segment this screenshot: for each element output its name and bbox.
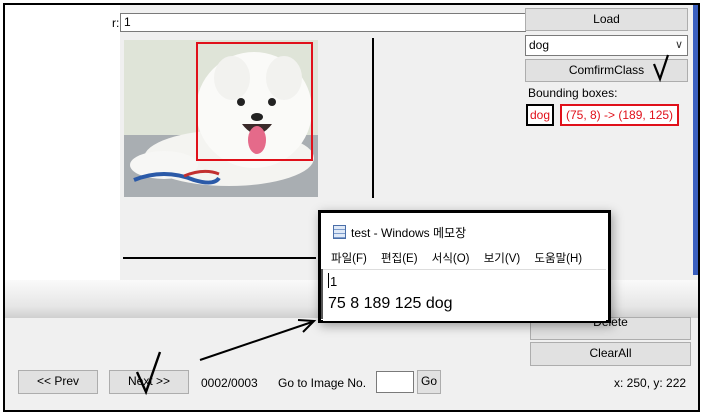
left-blank-area <box>5 5 120 280</box>
clearall-button[interactable]: ClearAll <box>530 342 691 366</box>
bbox-list-title: Bounding boxes: <box>528 86 618 100</box>
bbox-list-coords[interactable]: (75, 8) -> (189, 125) <box>560 104 680 126</box>
bounding-box-rect[interactable] <box>196 42 313 161</box>
notepad-window[interactable]: test - Windows 메모장 파일(F) 편집(E) 서식(O) 보기(… <box>318 210 611 323</box>
notepad-icon <box>333 225 346 239</box>
menu-format[interactable]: 서식(O) <box>432 253 470 265</box>
notepad-text-area[interactable]: 1 75 8 189 125 dog <box>323 269 606 321</box>
confirm-class-button[interactable]: ComfirmClass <box>525 59 688 82</box>
prev-button[interactable]: << Prev <box>18 370 98 394</box>
menu-help[interactable]: 도움말(H) <box>534 253 582 265</box>
menu-file[interactable]: 파일(F) <box>331 253 367 265</box>
notepad-title: test - Windows 메모장 <box>333 224 466 241</box>
class-select-value: dog <box>529 38 550 52</box>
panel-edge-bar <box>693 5 698 275</box>
goto-label: Go to Image No. <box>278 376 367 390</box>
go-button[interactable]: Go <box>417 370 441 394</box>
cursor-coords: x: 250, y: 222 <box>614 376 687 390</box>
dir-label: r: <box>112 16 120 30</box>
crosshair-vertical <box>372 38 374 198</box>
notepad-menubar: 파일(F) 편집(E) 서식(O) 보기(V) 도움말(H) <box>331 250 593 266</box>
goto-input[interactable] <box>376 371 414 393</box>
text-caret <box>328 273 329 288</box>
image-counter: 0002/0003 <box>201 376 258 390</box>
next-button[interactable]: Next >> <box>109 370 189 394</box>
menu-view[interactable]: 보기(V) <box>484 253 521 265</box>
notepad-title-text: test - Windows 메모장 <box>351 226 467 240</box>
dir-input[interactable]: 1 <box>120 13 526 32</box>
bbox-list-class[interactable]: dog <box>526 104 555 126</box>
class-select[interactable]: dog ∨ <box>525 35 688 56</box>
chevron-down-icon[interactable]: ∨ <box>675 36 683 55</box>
crosshair-horizontal <box>123 257 316 259</box>
load-button[interactable]: Load <box>525 8 688 31</box>
menu-edit[interactable]: 편집(E) <box>381 253 418 265</box>
notepad-line-2: 75 8 189 125 dog <box>328 295 453 312</box>
notepad-line-1: 1 <box>330 274 338 289</box>
